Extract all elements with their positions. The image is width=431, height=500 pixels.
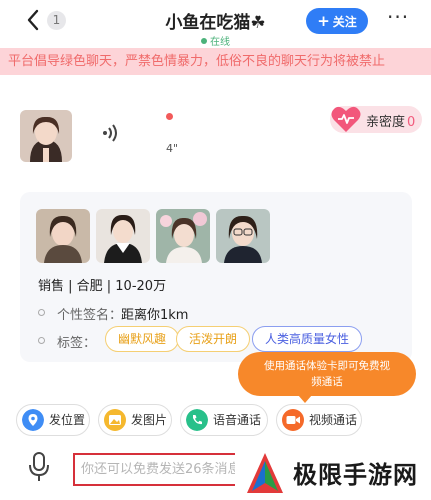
voice-unread-dot [166, 113, 173, 120]
video-call-label: 视频通话 [309, 413, 358, 427]
signature-value: 距离你1km [121, 308, 189, 323]
tooltip-line-1: 使用通话体验卡即可免费视 [264, 360, 390, 372]
watermark-text: 极限手游网 [293, 461, 418, 489]
online-status-label: 在线 [210, 37, 230, 48]
avatar[interactable] [20, 110, 72, 162]
job-info: 销售 | 合肥 | 10-20万 [38, 279, 167, 294]
image-icon [104, 409, 126, 431]
site-watermark: 极限手游网 [235, 446, 431, 500]
send-location-button[interactable]: 发位置 [16, 404, 90, 436]
tags-label: 标签： [57, 336, 97, 351]
send-location-label: 发位置 [49, 413, 86, 427]
watermark-logo-icon [247, 453, 283, 493]
chat-header: 1 小鱼在吃猫☘ 在线 + 关注 ··· [0, 0, 431, 48]
follow-button[interactable]: + 关注 [306, 8, 368, 34]
online-status: 在线 [0, 33, 431, 48]
send-image-button[interactable]: 发图片 [98, 404, 172, 436]
voice-call-button[interactable]: 语音通话 [180, 404, 268, 436]
send-image-label: 发图片 [131, 413, 168, 427]
profile-photo-1[interactable] [36, 209, 90, 263]
microphone-icon [29, 452, 49, 481]
location-icon [22, 409, 44, 431]
avatar-image [20, 110, 72, 162]
video-call-button[interactable]: 视频通话 [276, 404, 362, 436]
video-icon [282, 409, 304, 431]
intimacy-value: 0 [407, 115, 416, 130]
profile-card: 销售 | 合肥 | 10-20万 个性签名： 距离你1km 标签： 幽默风趣 活… [20, 192, 412, 362]
signature-label: 个性签名： [57, 308, 123, 323]
phone-icon [186, 409, 208, 431]
plus-icon: + [317, 12, 330, 30]
tooltip-line-2: 频通话 [311, 376, 343, 388]
voice-input-button[interactable] [26, 451, 52, 483]
voice-intro-icon[interactable] [100, 121, 124, 145]
intimacy-badge[interactable]: 亲密度 0 [330, 106, 422, 133]
tag-high-quality[interactable]: 人类高质量女性 [252, 326, 363, 352]
signature-bullet-icon [38, 309, 45, 316]
heart-icon [331, 106, 361, 132]
online-dot-icon [201, 38, 207, 44]
profile-photo-4[interactable] [216, 209, 270, 263]
profile-photo-3[interactable] [156, 209, 210, 263]
profile-photo-2[interactable] [96, 209, 150, 263]
intimacy-label: 亲密度 0 [366, 115, 416, 130]
more-menu-button[interactable]: ··· [387, 7, 413, 30]
message-input[interactable]: 你还可以免费发送26条消息 [73, 453, 253, 486]
tag-humorous[interactable]: 幽默风趣 [105, 326, 180, 352]
warning-banner: 平台倡导绿色聊天，严禁色情暴力，低俗不良的聊天行为将被禁止 [0, 48, 431, 75]
tag-lively[interactable]: 活泼开朗 [176, 326, 251, 352]
voice-call-label: 语音通话 [213, 413, 262, 427]
video-call-tooltip: 使用通话体验卡即可免费视 频通话 [238, 352, 416, 403]
follow-label: 关注 [332, 15, 357, 29]
voice-duration: 4" [166, 142, 179, 155]
tags-bullet-icon [38, 337, 45, 344]
